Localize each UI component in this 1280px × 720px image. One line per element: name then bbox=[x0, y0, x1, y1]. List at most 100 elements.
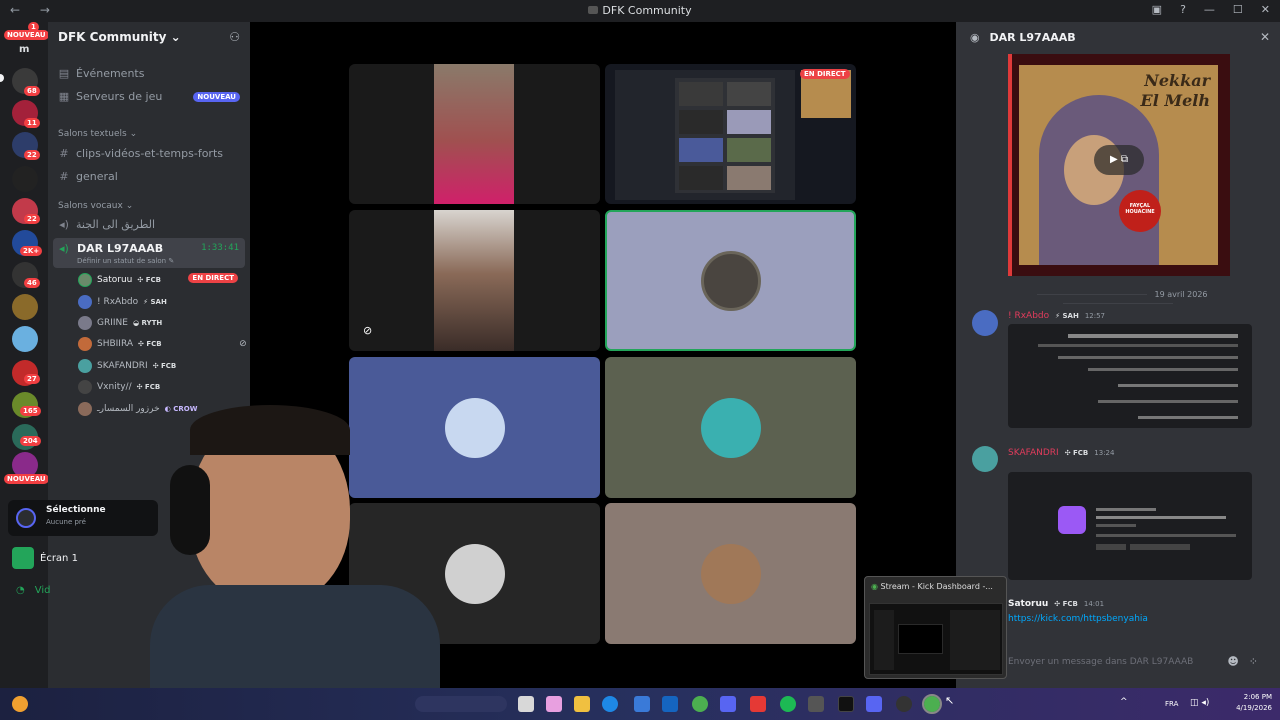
tag-text: FCB bbox=[144, 383, 161, 391]
avatar[interactable] bbox=[972, 310, 998, 336]
message-author[interactable]: SKAFANDRI bbox=[1008, 448, 1059, 458]
server-icon-4[interactable] bbox=[12, 166, 38, 192]
message-image[interactable] bbox=[1008, 472, 1252, 580]
voice-user-name: SHBIIRA bbox=[97, 339, 134, 349]
game-servers-label: Serveurs de jeu bbox=[76, 90, 163, 103]
tag-text: FCB bbox=[1073, 449, 1089, 457]
rail-badge: 22 bbox=[24, 150, 40, 160]
widgets-icon[interactable] bbox=[546, 696, 562, 712]
calendar-icon: ▤ bbox=[58, 67, 70, 80]
help-icon[interactable]: ? bbox=[1180, 3, 1186, 16]
avatar bbox=[700, 250, 761, 311]
mail-icon[interactable] bbox=[662, 696, 678, 712]
hand-icon bbox=[1058, 506, 1086, 534]
video-tile-5[interactable] bbox=[605, 357, 856, 498]
events-item[interactable]: ▤ Événements bbox=[58, 67, 145, 80]
voice-category[interactable]: Salons vocaux ⌄ bbox=[58, 201, 133, 211]
network-icon[interactable]: ◫ ◂) bbox=[1190, 698, 1209, 708]
add-member-icon[interactable]: ⚇ bbox=[229, 30, 240, 44]
poster-title: Nekkar El Melh bbox=[1141, 71, 1210, 111]
server-letter[interactable]: m bbox=[19, 44, 29, 55]
message-author[interactable]: Satoruu bbox=[1008, 599, 1048, 609]
app-icon[interactable] bbox=[720, 696, 736, 712]
video-item[interactable]: ◔ Vid bbox=[16, 585, 50, 596]
message-link[interactable]: https://kick.com/httpsbenyahia bbox=[1008, 614, 1148, 624]
live-badge: EN DIRECT bbox=[800, 69, 850, 79]
voice-user-name: Satoruu bbox=[97, 275, 133, 285]
app-icon[interactable] bbox=[838, 696, 854, 712]
text-channel-clips[interactable]: # clips-vidéos-et-temps-forts bbox=[58, 147, 223, 160]
avatar bbox=[444, 397, 505, 458]
play-icon[interactable]: ▶ ⧉ bbox=[1094, 145, 1144, 175]
chevron-down-icon: ⌄ bbox=[170, 30, 181, 44]
maximize-button[interactable]: ☐ bbox=[1233, 3, 1243, 16]
rail-badge: 2K+ bbox=[20, 246, 43, 256]
message-composer[interactable]: Envoyer un message dans DAR L97AAAB ☻⁘ bbox=[1004, 650, 1270, 676]
text-category[interactable]: Salons textuels ⌄ bbox=[58, 129, 137, 139]
selection-popup[interactable]: Sélectionne Aucune pré bbox=[8, 500, 158, 536]
screen-share-item[interactable]: Écran 1 bbox=[12, 547, 78, 569]
guild-header[interactable]: DFK Community ⌄ ⚇ bbox=[48, 22, 250, 54]
chevron-up-icon[interactable]: ^ bbox=[1120, 697, 1128, 707]
video-tile-1[interactable] bbox=[349, 64, 600, 204]
taskbar-preview[interactable]: ◉ Stream - Kick Dashboard -... bbox=[864, 576, 1007, 679]
voice-category-label: Salons vocaux bbox=[58, 201, 123, 211]
stream-preview bbox=[615, 70, 795, 200]
stream-grid-cell bbox=[727, 82, 771, 106]
store-icon[interactable] bbox=[634, 696, 650, 712]
video-tile-7[interactable] bbox=[605, 503, 856, 644]
file-explorer-icon[interactable] bbox=[574, 696, 590, 712]
stream-grid-cell bbox=[727, 138, 771, 162]
close-button[interactable]: ✕ bbox=[1261, 3, 1270, 16]
chat-bubble-icon: ◉ bbox=[970, 31, 980, 44]
thumb-sidebar bbox=[874, 610, 894, 670]
voice-user[interactable]: Vxnity// ✣ FCB bbox=[78, 380, 160, 394]
voice-channel-1[interactable]: ◂) الطريق الى الجنة bbox=[58, 218, 155, 231]
chrome-icon[interactable] bbox=[692, 696, 708, 712]
clock-date: 4/19/2026 bbox=[1236, 704, 1272, 712]
minimize-button[interactable]: — bbox=[1204, 3, 1215, 16]
text-channel-general[interactable]: # general bbox=[58, 170, 117, 183]
chevron-down-icon: ⌄ bbox=[129, 129, 138, 139]
spotify-icon[interactable] bbox=[780, 696, 796, 712]
avatar[interactable] bbox=[972, 446, 998, 472]
search-box[interactable] bbox=[415, 696, 507, 712]
image-attachment[interactable]: Nekkar El Melh ▶ ⧉ FAYÇAL HOUACINE bbox=[1008, 54, 1230, 276]
server-icon-8[interactable] bbox=[12, 294, 38, 320]
voice-user[interactable]: GRIINE ◒ RYTH ■ bbox=[78, 316, 258, 330]
tag-badge: ✣ FCB bbox=[138, 340, 162, 348]
voice-user[interactable]: SKAFANDRI ✣ FCB bbox=[78, 359, 176, 373]
task-view-icon[interactable] bbox=[518, 696, 534, 712]
voice-channel-active[interactable]: ◂) DAR L97AAAB 1:33:41 Définir un statut… bbox=[53, 238, 245, 268]
discord-icon[interactable] bbox=[866, 696, 882, 712]
message-time: 14:01 bbox=[1083, 600, 1105, 608]
voice-status[interactable]: Définir un statut de salon ✎ bbox=[77, 257, 174, 265]
window-title-text: DFK Community bbox=[602, 4, 692, 17]
obs-icon[interactable] bbox=[896, 696, 912, 712]
channel-label: الطريق الى الجنة bbox=[76, 218, 156, 231]
edge-icon[interactable] bbox=[602, 696, 618, 712]
close-icon[interactable]: ✕ bbox=[1260, 30, 1270, 44]
stream-tile[interactable]: EN DIRECT bbox=[605, 64, 856, 204]
video-tile-2[interactable]: ⊘ bbox=[349, 210, 600, 351]
emoji-icon[interactable]: ☻⁘ bbox=[1227, 655, 1268, 668]
message-image[interactable] bbox=[1008, 324, 1252, 428]
message-author[interactable]: ! RxAbdo bbox=[1008, 311, 1049, 321]
inbox-icon[interactable]: ▣ bbox=[1152, 3, 1162, 16]
tag-text: FCB bbox=[146, 340, 162, 348]
chrome-icon[interactable] bbox=[922, 694, 942, 714]
rail-badge: 46 bbox=[24, 278, 40, 288]
weather-icon[interactable] bbox=[12, 696, 28, 712]
text-category-label: Salons textuels bbox=[58, 129, 127, 139]
voice-user[interactable]: SHBIIRA ✣ FCB ⊘ ■ bbox=[78, 337, 258, 351]
game-servers-item[interactable]: ▦ Serveurs de jeu NOUVEAU bbox=[58, 90, 240, 103]
clock[interactable]: 2:06 PM 4/19/2026 bbox=[1236, 692, 1272, 714]
app-icon[interactable] bbox=[750, 696, 766, 712]
video-tile-3[interactable] bbox=[605, 210, 856, 351]
voice-user-name: GRIINE bbox=[97, 318, 128, 328]
app-icon[interactable] bbox=[808, 696, 824, 712]
voice-user[interactable]: ! RxAbdo ⚡ SAH bbox=[78, 295, 167, 309]
server-icon-9[interactable] bbox=[12, 326, 38, 352]
voice-user[interactable]: Satoruu ✣ FCB EN DIRECT bbox=[78, 273, 238, 287]
language-indicator[interactable]: FRA bbox=[1165, 700, 1178, 708]
